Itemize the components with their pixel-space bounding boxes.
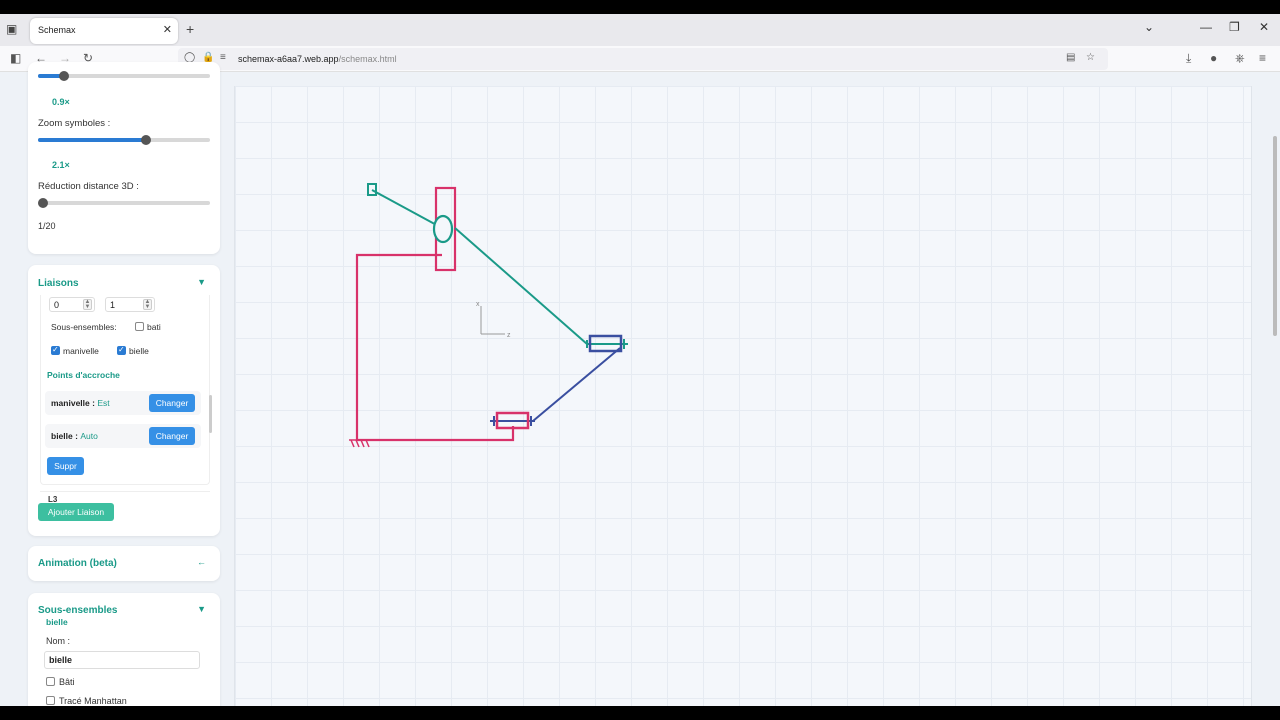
bati-label: bati xyxy=(147,322,161,332)
manivelle-label: manivelle xyxy=(63,346,99,356)
liaison-number-b[interactable]: 1 ▲ ▼ xyxy=(105,297,155,312)
download-icon[interactable]: ⤓ xyxy=(1186,51,1191,66)
scale-value: 0.9× xyxy=(52,97,70,107)
tab-bar: ▣ Schemax ✕ + ⌄ — ❐ ✕ xyxy=(0,14,1280,46)
close-window-icon[interactable]: ✕ xyxy=(1259,20,1269,34)
bielle-checkbox[interactable] xyxy=(117,345,126,355)
distance-slider[interactable] xyxy=(38,198,210,208)
changer-manivelle-button[interactable]: Changer xyxy=(149,394,195,412)
axis-indicator: x z xyxy=(476,301,511,339)
restore-icon[interactable]: ❐ xyxy=(1229,20,1240,34)
bati-sous-ensemble-label: Bâti xyxy=(59,677,75,687)
liaison-number-a-value: 0 xyxy=(54,300,60,310)
spinner-icon[interactable]: ▲ ▼ xyxy=(143,299,152,310)
point-manivelle-text: manivelle : Est xyxy=(51,398,110,408)
kinematic-schema[interactable]: x z xyxy=(235,86,1253,706)
sidebar-toggle-icon[interactable]: ◧ xyxy=(10,51,21,65)
page-content: 0.9× Zoom symboles : 2.1× Réduction dist… xyxy=(0,62,1280,706)
distance-label: Réduction distance 3D : xyxy=(38,181,139,192)
liaisons-title[interactable]: Liaisons xyxy=(38,278,79,289)
page-scrollbar[interactable] xyxy=(1273,136,1277,336)
bati-frame-line[interactable] xyxy=(355,253,515,442)
permissions-icon[interactable]: ≡ xyxy=(220,52,226,63)
display-settings-card: 0.9× Zoom symboles : 2.1× Réduction dist… xyxy=(28,62,220,254)
sous-ensembles-collapse-icon[interactable]: ▼ xyxy=(197,604,206,614)
tab-title: Schemax xyxy=(38,25,76,35)
scale-slider-thumb[interactable] xyxy=(59,71,69,81)
nom-input[interactable]: bielle xyxy=(44,651,200,669)
point-bielle-name: bielle : xyxy=(51,431,78,441)
group-name: bielle xyxy=(46,617,68,627)
liaison-number-b-value: 1 xyxy=(110,300,116,310)
url-text[interactable]: schemax-a6aa7.web.app/schemax.html xyxy=(238,54,397,64)
minimize-icon[interactable]: — xyxy=(1200,20,1212,34)
animation-title[interactable]: Animation (beta) xyxy=(38,558,117,569)
liaisons-card: Liaisons ▼ 0 ▲ ▼ 1 ▲ ▼ Sous-ensembles: bati … xyxy=(28,265,220,536)
nom-input-value: bielle xyxy=(49,655,73,665)
animation-toggle-icon[interactable]: ← xyxy=(197,557,206,567)
sous-ensembles-card: Sous-ensembles ▼ bielle Nom : bielle Bât… xyxy=(28,593,220,706)
close-tab-icon[interactable]: ✕ xyxy=(163,23,172,36)
suppr-button[interactable]: Suppr xyxy=(47,457,84,475)
url-host: schemax-a6aa7.web.app xyxy=(238,54,339,64)
sidebar: 0.9× Zoom symboles : 2.1× Réduction dist… xyxy=(28,62,220,706)
manivelle-end-marker[interactable] xyxy=(367,183,377,196)
animation-card: Animation (beta) ← xyxy=(28,546,220,581)
tab-overview-icon[interactable]: ▣ xyxy=(6,22,20,36)
pivot-joint[interactable] xyxy=(432,214,454,244)
point-row-bielle: bielle : Auto Changer xyxy=(45,424,201,448)
point-manivelle-name: manivelle : xyxy=(51,398,95,408)
point-manivelle-value: Est xyxy=(97,398,110,408)
zoom-slider-fill xyxy=(38,138,146,142)
new-tab-icon[interactable]: + xyxy=(186,21,194,37)
liaisons-collapse-icon[interactable]: ▼ xyxy=(197,277,206,287)
axis-z-label: z xyxy=(507,332,511,339)
axis-x-label: x xyxy=(476,301,480,308)
ajouter-liaison-button[interactable]: Ajouter Liaison xyxy=(38,503,114,521)
extensions-icon[interactable]: ⎈ xyxy=(1235,51,1245,66)
distance-slider-thumb[interactable] xyxy=(38,198,48,208)
changer-bielle-button[interactable]: Changer xyxy=(149,427,195,445)
reader-view-icon[interactable]: ▤ xyxy=(1066,52,1075,63)
liaisons-scrollbar[interactable] xyxy=(209,395,212,433)
distance-value: 1/20 xyxy=(38,221,56,231)
manhattan-checkbox[interactable] xyxy=(46,696,55,705)
point-bielle-text: bielle : Auto xyxy=(51,431,98,441)
bielle-label: bielle xyxy=(129,346,149,356)
zoom-value: 2.1× xyxy=(52,160,70,170)
scale-slider[interactable] xyxy=(38,71,210,81)
point-bielle-value: Auto xyxy=(80,431,98,441)
zoom-slider-thumb[interactable] xyxy=(141,135,151,145)
bielle-link[interactable] xyxy=(532,347,621,422)
url-path: /schemax.html xyxy=(338,54,397,64)
bati-checkbox[interactable] xyxy=(135,322,144,331)
bati-sous-ensemble-checkbox[interactable] xyxy=(46,677,55,686)
browser-window: ▣ Schemax ✕ + ⌄ — ❐ ✕ ◧ ← → ↻ ◯ 🔒 ≡ sche… xyxy=(0,14,1280,706)
liaison-item: 0 ▲▼ 1 ▲▼ Sous-ensembles: bati manivelle b… xyxy=(40,295,212,485)
points-accroche-title: Points d'accroche xyxy=(47,370,120,380)
manivelle-checkbox[interactable] xyxy=(51,345,60,355)
bookmark-star-icon[interactable]: ☆ xyxy=(1086,52,1095,63)
nom-label: Nom : xyxy=(46,636,71,646)
menu-icon[interactable]: ≡ xyxy=(1259,51,1266,65)
liaison-number-a[interactable]: 0 ▲ ▼ xyxy=(49,297,95,312)
manivelle-link-top[interactable] xyxy=(371,189,443,229)
sous-ensembles-label: Sous-ensembles: xyxy=(51,322,117,332)
manivelle-link[interactable] xyxy=(454,227,588,345)
manhattan-label: Tracé Manhattan xyxy=(59,696,127,706)
sous-ensembles-title[interactable]: Sous-ensembles xyxy=(38,605,117,616)
liaison-item-next[interactable]: L3 xyxy=(40,491,210,504)
account-icon[interactable]: ● xyxy=(1210,51,1217,65)
point-row-manivelle: manivelle : Est Changer xyxy=(45,391,201,415)
spinner-icon[interactable]: ▲ ▼ xyxy=(83,299,92,310)
tab-list-icon[interactable]: ⌄ xyxy=(1144,20,1154,34)
zoom-slider[interactable] xyxy=(38,135,210,145)
drawing-canvas[interactable]: x z xyxy=(234,86,1252,706)
zoom-label: Zoom symboles : xyxy=(38,118,111,129)
address-bar[interactable]: ◯ 🔒 ≡ schemax-a6aa7.web.app/schemax.html… xyxy=(178,48,1108,70)
browser-tab[interactable]: Schemax ✕ xyxy=(30,18,178,44)
